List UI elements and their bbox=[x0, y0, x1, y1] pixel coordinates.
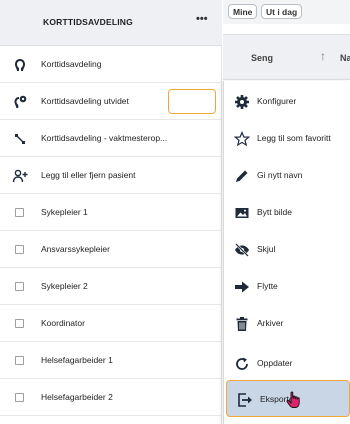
list-item-sykepleier-1[interactable]: Sykepleier 1 bbox=[0, 194, 222, 231]
panel-header: KORTTIDSAVDELING ••• bbox=[0, 0, 222, 46]
panel-title: KORTTIDSAVDELING bbox=[43, 17, 133, 27]
list-item-label: Ansvarssykepleier bbox=[41, 244, 110, 254]
wrench-icon bbox=[15, 134, 25, 144]
list-item-ansvarssykepleier[interactable]: Ansvarssykepleier bbox=[0, 231, 222, 268]
list-item-label: Korttidsavdeling - vaktmesterop... bbox=[41, 133, 168, 143]
list-item-label: Koordinator bbox=[41, 318, 85, 328]
menu-item-label: Konfigurer bbox=[257, 96, 297, 106]
list-item-add-remove-patient[interactable]: Legg til eller fjern pasient bbox=[0, 157, 222, 194]
menu-item-label: Flytte bbox=[257, 281, 278, 291]
eye-off-icon bbox=[235, 243, 249, 257]
column-header-seng[interactable]: Seng bbox=[251, 53, 273, 63]
image-icon bbox=[235, 208, 249, 218]
list-item-label: Sykepleier 2 bbox=[41, 281, 88, 291]
pin-icon bbox=[15, 59, 25, 71]
rename-box[interactable] bbox=[168, 89, 216, 114]
export-icon bbox=[238, 393, 252, 407]
list-item-label: Korttidsavdeling bbox=[41, 59, 102, 69]
list-item-korttidsavdeling-utvidet[interactable]: Korttidsavdeling utvidet bbox=[0, 83, 222, 120]
filter-bar: Mine Ut i dag bbox=[223, 0, 350, 24]
list-item-helsefagarbeider-1[interactable]: Helsefagarbeider 1 bbox=[0, 342, 222, 379]
checkbox[interactable] bbox=[15, 319, 24, 328]
left-panel: KORTTIDSAVDELING ••• Korttidsavdeling Ko… bbox=[0, 0, 222, 424]
menu-item-arkiver[interactable]: Arkiver bbox=[224, 305, 350, 342]
list-item-korttidsavdeling[interactable]: Korttidsavdeling bbox=[0, 46, 222, 83]
menu-item-skjul[interactable]: Skjul bbox=[224, 231, 350, 268]
menu-item-oppdater[interactable]: Oppdater bbox=[224, 345, 350, 382]
filter-ut-i-dag-button[interactable]: Ut i dag bbox=[261, 4, 303, 19]
list-item-helsefagarbeider-2[interactable]: Helsefagarbeider 2 bbox=[0, 379, 222, 416]
menu-item-gi-nytt-navn[interactable]: Gi nytt navn bbox=[224, 157, 350, 194]
context-menu: Konfigurer Legg til som favoritt Gi nytt… bbox=[223, 81, 350, 424]
menu-item-label: Legg til som favoritt bbox=[257, 133, 331, 143]
menu-item-label: Gi nytt navn bbox=[257, 170, 303, 180]
list-item-label: Legg til eller fjern pasient bbox=[41, 170, 136, 180]
checkbox[interactable] bbox=[15, 356, 24, 365]
list-item-sykepleier-2[interactable]: Sykepleier 2 bbox=[0, 268, 222, 305]
list-item-label: Sykepleier 1 bbox=[41, 207, 88, 217]
pencil-icon bbox=[236, 170, 248, 182]
list-item-label: Helsefagarbeider 1 bbox=[41, 355, 113, 365]
menu-item-label: Bytt bilde bbox=[257, 207, 292, 217]
menu-item-flytte[interactable]: Flytte bbox=[224, 268, 350, 305]
gear-icon bbox=[235, 95, 249, 109]
menu-item-label: Oppdater bbox=[257, 358, 293, 368]
refresh-icon bbox=[236, 357, 248, 370]
checkbox[interactable] bbox=[15, 393, 24, 402]
more-options-icon[interactable]: ••• bbox=[196, 13, 208, 25]
sort-arrow-up-icon[interactable]: ↑ bbox=[320, 49, 326, 63]
menu-item-eksporter[interactable]: Eksporter bbox=[226, 380, 350, 417]
filter-mine-button[interactable]: Mine bbox=[228, 4, 258, 19]
list-item-label: Helsefagarbeider 2 bbox=[41, 392, 113, 402]
menu-item-favoritt[interactable]: Legg til som favoritt bbox=[224, 120, 350, 157]
column-header-next[interactable]: Na bbox=[340, 53, 350, 63]
list-item-koordinator[interactable]: Koordinator bbox=[0, 305, 222, 342]
person-add-icon bbox=[12, 169, 28, 183]
star-icon bbox=[234, 131, 250, 147]
menu-item-konfigurer[interactable]: Konfigurer bbox=[224, 83, 350, 120]
checkbox[interactable] bbox=[15, 245, 24, 254]
checkbox[interactable] bbox=[15, 282, 24, 291]
hand-cursor-icon bbox=[286, 391, 300, 408]
menu-item-label: Arkiver bbox=[257, 318, 284, 328]
list-item-label: Korttidsavdeling utvidet bbox=[41, 96, 129, 106]
gear-pin-icon bbox=[14, 95, 27, 108]
menu-item-bytt-bilde[interactable]: Bytt bilde bbox=[224, 194, 350, 231]
trash-icon bbox=[236, 317, 248, 331]
arrow-right-icon bbox=[235, 281, 249, 293]
menu-item-label: Skjul bbox=[257, 244, 276, 254]
checkbox[interactable] bbox=[15, 208, 24, 217]
list-item-vaktmester[interactable]: Korttidsavdeling - vaktmesterop... bbox=[0, 120, 222, 157]
table-header: Seng ↑ Na bbox=[223, 34, 350, 80]
